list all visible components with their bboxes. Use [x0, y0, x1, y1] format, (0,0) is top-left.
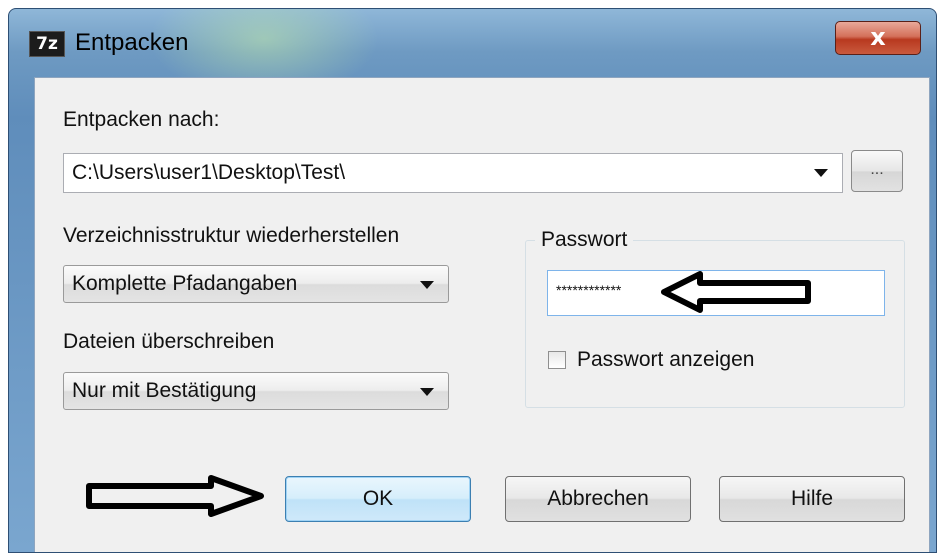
extract-to-label: Entpacken nach: — [63, 108, 220, 131]
path-structure-dropdown[interactable]: Komplette Pfadangaben — [63, 265, 449, 303]
password-groupbox — [525, 240, 905, 408]
chevron-down-icon — [420, 388, 434, 396]
chevron-down-icon[interactable] — [814, 169, 828, 177]
arrow-right-annotation-icon — [86, 475, 264, 517]
close-icon: x — [870, 23, 886, 51]
dialog-client-area: Entpacken nach: C:\Users\user1\Desktop\T… — [34, 77, 930, 552]
overwrite-value: Nur mit Bestätigung — [72, 379, 257, 402]
extract-path-combobox[interactable]: C:\Users\user1\Desktop\Test\ — [63, 153, 843, 193]
arrow-left-annotation-icon — [661, 271, 811, 313]
help-button[interactable]: Hilfe — [719, 476, 905, 522]
cancel-button[interactable]: Abbrechen — [505, 476, 691, 522]
7zip-app-icon: 7z — [29, 31, 65, 57]
overwrite-label: Dateien überschreiben — [63, 330, 275, 353]
show-password-label[interactable]: Passwort anzeigen — [577, 348, 754, 372]
password-group-label: Passwort — [535, 228, 634, 252]
extract-path-value: C:\Users\user1\Desktop\Test\ — [72, 161, 346, 184]
show-password-checkbox[interactable] — [548, 351, 566, 369]
ok-button[interactable]: OK — [285, 476, 471, 522]
close-button[interactable]: x — [835, 21, 921, 55]
browse-button[interactable]: ... — [851, 150, 903, 192]
window-title: Entpacken — [75, 29, 189, 56]
overwrite-dropdown[interactable]: Nur mit Bestätigung — [63, 372, 449, 410]
chevron-down-icon — [420, 281, 434, 289]
path-structure-value: Komplette Pfadangaben — [72, 272, 298, 295]
path-structure-label: Verzeichnisstruktur wiederherstellen — [63, 224, 400, 247]
extract-dialog-window: 7z Entpacken x Entpacken nach: C:\Users\… — [8, 8, 937, 553]
